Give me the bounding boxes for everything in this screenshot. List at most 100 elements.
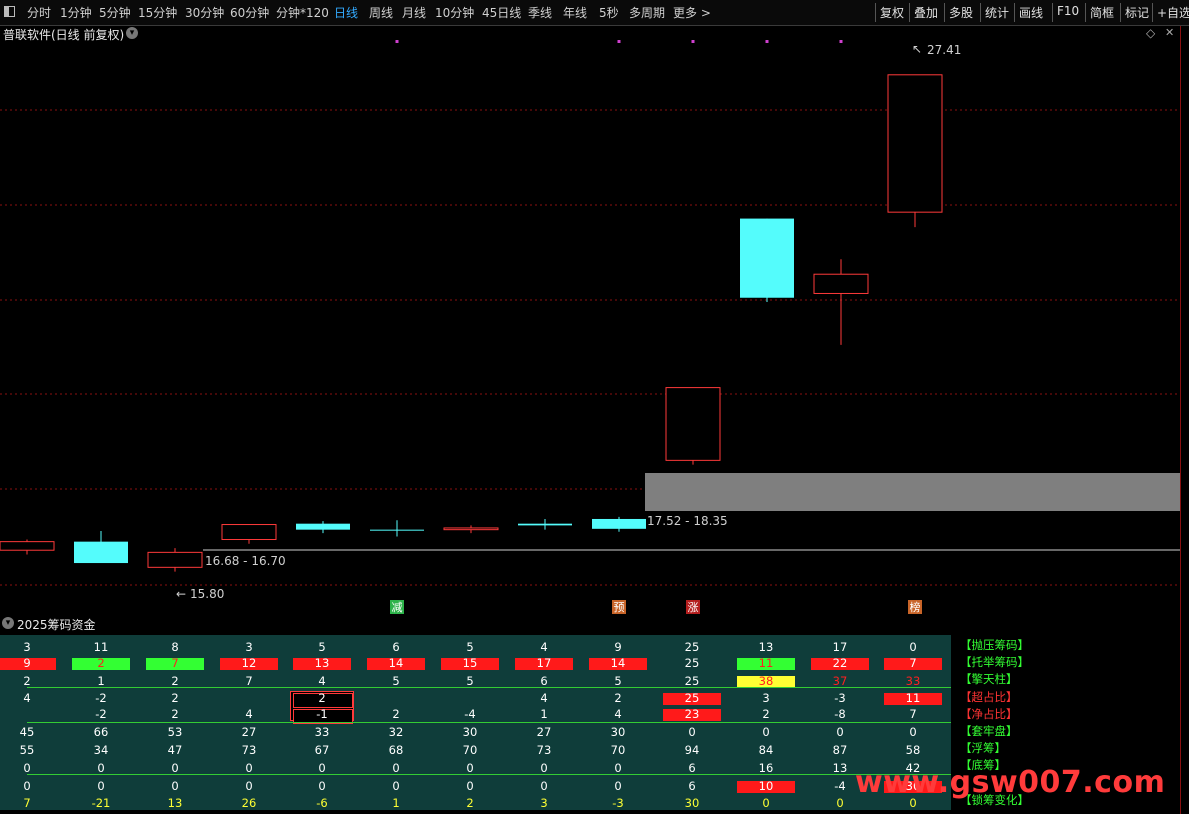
- indicator-cell: 0: [688, 725, 696, 739]
- signal-dot: [765, 40, 769, 43]
- indicator-cell: 47: [167, 743, 183, 757]
- indicator-cell: 1: [392, 796, 400, 810]
- candle-body: [592, 518, 646, 529]
- indicator-cell: 0: [245, 779, 253, 793]
- candle-body: [147, 551, 203, 568]
- indicator-cell: 2: [392, 707, 400, 721]
- zone1-label: 16.68 - 16.70: [205, 554, 286, 568]
- indicator-cell: -1: [316, 707, 328, 721]
- indicator-cell: 10: [758, 779, 774, 793]
- indicator-cell: 3: [23, 640, 31, 654]
- indicator-cell: 17: [536, 656, 552, 670]
- indicator-cell: 53: [167, 725, 183, 739]
- indicator-cell: 0: [540, 779, 548, 793]
- signal-text: 预: [614, 601, 625, 614]
- indicator-cell: 2: [466, 796, 474, 810]
- candle-body: [665, 387, 721, 461]
- indicator-title: 2025筹码资金: [17, 618, 96, 632]
- candle-body: [887, 74, 943, 213]
- high-arrow-icon: ↖: [912, 42, 922, 56]
- low-arrow-icon: ←: [176, 587, 186, 601]
- low-price-label: 15.80: [190, 587, 224, 601]
- indicator-cell: 2: [171, 707, 179, 721]
- indicator-cell: 73: [241, 743, 257, 757]
- signal-text: 涨: [688, 601, 699, 614]
- indicator-cell: 8: [171, 640, 179, 654]
- indicator-cell: 0: [909, 640, 917, 654]
- indicator-cell: 4: [23, 691, 31, 705]
- zone2-label: 17.52 - 18.35: [647, 514, 728, 528]
- indicator-cell: -2: [95, 707, 107, 721]
- candle-body: [0, 541, 55, 551]
- candlestick-chart: 16.68 - 16.70 17.52 - 18.35 ← 15.80 ↖ 27.41 减 预…: [0, 40, 1180, 614]
- indicator-cell: 7: [23, 796, 31, 810]
- indicator-cell: 0: [762, 796, 770, 810]
- candle-body: [813, 273, 869, 294]
- high-price-label: 27.41: [927, 43, 961, 57]
- indicator-cell: 2: [97, 656, 105, 670]
- indicator-cell: 68: [388, 743, 404, 757]
- indicator-cell: 0: [614, 779, 622, 793]
- indicator-label: 【托举筹码】: [960, 655, 1029, 669]
- indicator-cell: 0: [318, 779, 326, 793]
- indicator-cell: 0: [23, 779, 31, 793]
- signal-dot: [839, 40, 843, 43]
- indicator-cell: 27: [241, 725, 257, 739]
- indicator-cell: 67: [314, 743, 330, 757]
- indicator-cell: -3: [612, 796, 624, 810]
- indicator-label: 【浮筹】: [960, 741, 1006, 755]
- indicator-cell: 22: [832, 656, 848, 670]
- indicator-cell: 30: [610, 725, 626, 739]
- candle-body: [740, 218, 794, 298]
- indicator-cell: [219, 692, 279, 705]
- indicator-cell: 0: [171, 779, 179, 793]
- candle-body: [370, 529, 424, 531]
- indicator-cell: 7: [171, 656, 179, 670]
- indicator-cell: 4: [540, 691, 548, 705]
- indicator-cell: 25: [684, 656, 700, 670]
- indicator-panel: 3 11 8 3 5 6 5 4 9 25 13 17 0 9 2 7 12 13 14 15 17 14 25 11 22 7 2…: [0, 635, 951, 810]
- indicator-cell: 26: [241, 796, 257, 810]
- indicator-label: 【抛压筹码】: [960, 638, 1029, 652]
- indicator-cell: 25: [684, 691, 700, 705]
- chevron-down-icon[interactable]: ▾: [2, 617, 14, 629]
- indicator-cell: -8: [834, 707, 846, 721]
- indicator-cell: 30: [462, 725, 478, 739]
- indicator-label: 【净占比】: [960, 707, 1018, 721]
- right-axis-line: [1180, 26, 1181, 814]
- indicator-cell: 25: [684, 640, 700, 654]
- indicator-cell: 3: [245, 640, 253, 654]
- indicator-cell: 87: [832, 743, 848, 757]
- zero-line: [27, 687, 951, 688]
- indicator-cell: 9: [23, 656, 31, 670]
- indicator-cell: 2: [762, 707, 770, 721]
- indicator-cell: 3: [540, 796, 548, 810]
- indicator-cell: 33: [314, 725, 330, 739]
- indicator-cell: 5: [318, 640, 326, 654]
- indicator-cell: 1: [540, 707, 548, 721]
- indicator-cell: 7: [909, 707, 917, 721]
- indicator-label: 【擎天柱】: [960, 672, 1018, 686]
- indicator-cell: 66: [93, 725, 109, 739]
- indicator-cell: -2: [95, 691, 107, 705]
- indicator-cell: 6: [392, 640, 400, 654]
- indicator-cell: -4: [464, 707, 476, 721]
- indicator-cell: 14: [610, 656, 626, 670]
- indicator-cell: 6: [688, 779, 696, 793]
- indicator-cell: 94: [684, 743, 700, 757]
- indicator-cell: 0: [392, 779, 400, 793]
- indicator-cell: 12: [241, 656, 257, 670]
- signal-text: 减: [392, 601, 403, 614]
- indicator-cell: 70: [610, 743, 626, 757]
- indicator-cell: 4: [540, 640, 548, 654]
- indicator-cell: 4: [614, 707, 622, 721]
- candle-body: [74, 541, 128, 564]
- indicator-cell: -6: [316, 796, 328, 810]
- indicator-cell: 84: [758, 743, 774, 757]
- indicator-cell: [366, 692, 426, 705]
- indicator-cell: [440, 692, 500, 705]
- indicator-cell: 5: [466, 640, 474, 654]
- indicator-cell: [0, 708, 57, 721]
- indicator-cell: 7: [909, 656, 917, 670]
- signal-dot: [691, 40, 695, 43]
